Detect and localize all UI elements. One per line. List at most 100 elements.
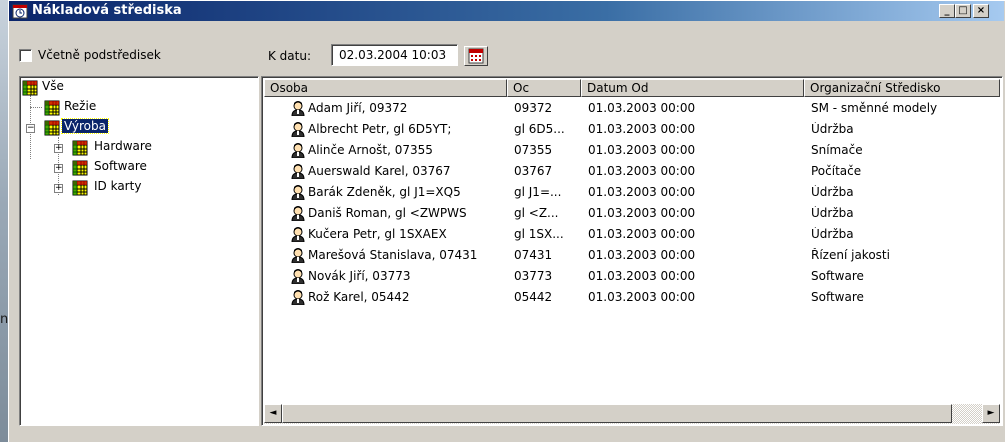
collapse-toggle[interactable]: − [26, 124, 35, 133]
cell-datum-od: 01.03.2003 00:00 [588, 185, 696, 199]
expand-toggle[interactable]: + [54, 184, 63, 193]
person-icon [290, 289, 306, 306]
table-row[interactable]: Barák Zdeněk, gl J1=XQ5 gl J1=... 01.03.20… [264, 182, 1000, 203]
cost-center-tree[interactable]: Vše Režie − Výroba + Hardware + Software… [19, 76, 259, 426]
cell-stredisko: Software [811, 290, 864, 304]
cell-stredisko: Údržba [811, 122, 854, 136]
cell-osoba: Adam Jiří, 09372 [308, 101, 408, 115]
column-header-oc[interactable]: Oc [507, 79, 581, 97]
cell-stredisko: Snímače [811, 143, 863, 157]
cell-oc: 05442 [514, 290, 553, 304]
grid-table-icon [44, 100, 60, 116]
cell-datum-od: 01.03.2003 00:00 [588, 101, 696, 115]
close-button[interactable]: × [973, 4, 989, 18]
people-grid[interactable]: Osoba Oc Datum Od Organizační Středisko … [261, 76, 1003, 426]
cell-osoba: Novák Jiří, 03773 [308, 269, 411, 283]
cell-osoba: Daniš Roman, gl <ZWPWS [308, 206, 467, 220]
cell-stredisko: Údržba [811, 185, 854, 199]
cell-oc: gl 6D5... [514, 122, 565, 136]
table-row[interactable]: Novák Jiří, 03773 03773 01.03.2003 00:00 So… [264, 266, 1000, 287]
cell-datum-od: 01.03.2003 00:00 [588, 290, 696, 304]
cost-centers-window: Nákladová střediska _ □ × Včetně podstře… [8, 0, 1005, 442]
cell-osoba: Rož Karel, 05442 [308, 290, 410, 304]
scroll-left-button[interactable]: ◄ [264, 404, 282, 423]
cell-osoba: Albrecht Petr, gl 6D5YT; [308, 122, 452, 136]
tree-line [30, 107, 42, 108]
table-row[interactable]: Albrecht Petr, gl 6D5YT; gl 6D5... 01.03.2… [264, 119, 1000, 140]
cell-datum-od: 01.03.2003 00:00 [588, 206, 696, 220]
cell-osoba: Barák Zdeněk, gl J1=XQ5 [308, 185, 461, 199]
tree-node-vyroba[interactable]: − Výroba [26, 118, 146, 137]
table-row[interactable]: Auerswald Karel, 03767 03767 01.03.2003 00… [264, 161, 1000, 182]
cell-oc: 03773 [514, 269, 553, 283]
cell-oc: 07355 [514, 143, 553, 157]
person-icon [290, 100, 306, 117]
cell-datum-od: 01.03.2003 00:00 [588, 164, 696, 178]
grid-table-icon [22, 80, 38, 96]
cell-osoba: Alinče Arnošt, 07355 [308, 143, 433, 157]
tree-node-id-karty[interactable]: + ID karty [54, 179, 174, 197]
cell-stredisko: SM - směnné modely [811, 101, 938, 115]
calendar-button[interactable] [464, 46, 488, 66]
cell-stredisko: Počítače [811, 164, 862, 178]
cell-oc: gl J1=... [514, 185, 562, 199]
cell-datum-od: 01.03.2003 00:00 [588, 143, 696, 157]
cell-osoba: Kučera Petr, gl 1SXAEX [308, 227, 447, 241]
title-bar[interactable]: Nákladová střediska _ □ × [9, 1, 1004, 21]
include-substations-label: Včetně podstředisek [38, 48, 161, 62]
person-icon [290, 226, 306, 243]
person-icon [290, 205, 306, 222]
window-title: Nákladová střediska [32, 3, 182, 18]
grid-table-icon [72, 180, 88, 196]
horizontal-scrollbar[interactable]: ◄ ► [264, 404, 1000, 424]
cell-osoba: Auerswald Karel, 03767 [308, 164, 451, 178]
date-label: K datu: [268, 49, 312, 63]
cell-stredisko: Údržba [811, 206, 854, 220]
table-row[interactable]: Alinče Arnošt, 07355 07355 01.03.2003 00:0… [264, 140, 1000, 161]
tree-label: Hardware [94, 139, 152, 153]
minimize-button[interactable]: _ [939, 4, 955, 18]
calendar-icon [468, 48, 484, 64]
grid-table-icon [44, 120, 60, 136]
cell-oc: 03767 [514, 164, 553, 178]
scroll-right-button[interactable]: ► [982, 404, 1000, 423]
table-row[interactable]: Kučera Petr, gl 1SXAEX gl 1SX... 01.03.200… [264, 224, 1000, 245]
table-row[interactable]: Adam Jiří, 09372 09372 01.03.2003 00:00 SM … [264, 98, 1000, 119]
tree-label: Vše [42, 79, 64, 93]
column-header-stredisko[interactable]: Organizační Středisko [804, 79, 1000, 97]
tree-label: ID karty [94, 179, 142, 193]
tree-label: Výroba [61, 118, 109, 134]
column-header-osoba[interactable]: Osoba [264, 79, 507, 97]
person-icon [290, 184, 306, 201]
cell-oc: gl <Z... [514, 206, 559, 220]
tree-label: Software [94, 159, 147, 173]
cell-oc: gl 1SX... [514, 227, 564, 241]
expand-toggle[interactable]: + [54, 144, 63, 153]
person-icon [290, 121, 306, 138]
cell-datum-od: 01.03.2003 00:00 [588, 269, 696, 283]
cell-datum-od: 01.03.2003 00:00 [588, 227, 696, 241]
cell-datum-od: 01.03.2003 00:00 [588, 248, 696, 262]
maximize-button[interactable]: □ [955, 4, 971, 18]
table-row[interactable]: Rož Karel, 05442 05442 01.03.2003 00:00 Sof… [264, 287, 1000, 308]
cell-oc: 07431 [514, 248, 553, 262]
desktop-side-text: n [0, 312, 9, 327]
expand-toggle[interactable]: + [54, 164, 63, 173]
cell-osoba: Marešová Stanislava, 07431 [308, 248, 478, 262]
tree-node-software[interactable]: + Software [54, 159, 174, 177]
table-row[interactable]: Marešová Stanislava, 07431 07431 01.03.200… [264, 245, 1000, 266]
person-icon [290, 268, 306, 285]
include-substations-checkbox[interactable] [19, 49, 32, 62]
cell-oc: 09372 [514, 101, 553, 115]
person-icon [290, 142, 306, 159]
cell-stredisko: Údržba [811, 227, 854, 241]
scroll-thumb[interactable] [282, 404, 952, 423]
person-icon [290, 163, 306, 180]
calendar-clock-icon [12, 4, 28, 19]
cell-stredisko: Řízení jakosti [811, 248, 890, 262]
table-row[interactable]: Daniš Roman, gl <ZWPWS gl <Z... 01.03.2003… [264, 203, 1000, 224]
date-input[interactable]: 02.03.2004 10:03 [331, 44, 458, 66]
column-header-datum-od[interactable]: Datum Od [581, 79, 804, 97]
cell-stredisko: Software [811, 269, 864, 283]
tree-node-hardware[interactable]: + Hardware [54, 139, 174, 157]
